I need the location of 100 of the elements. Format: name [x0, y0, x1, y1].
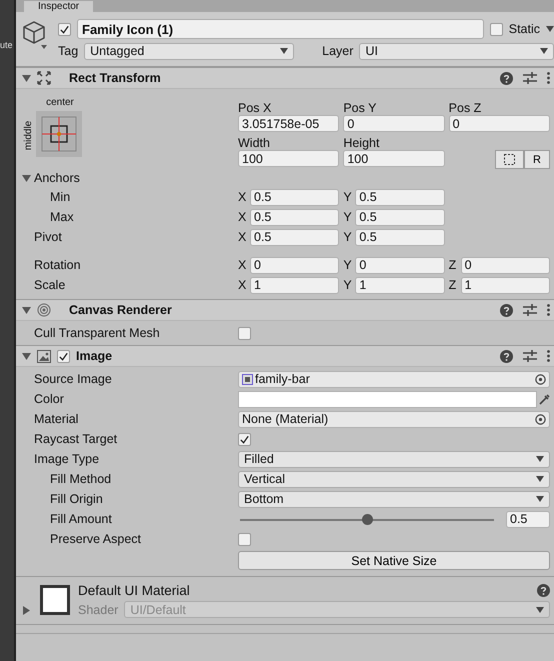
- axis-label: Y: [343, 230, 353, 244]
- presets-icon[interactable]: [523, 72, 537, 84]
- blueprint-mode-button[interactable]: [495, 150, 524, 169]
- number-field[interactable]: 0.5: [250, 188, 340, 206]
- tag-dropdown[interactable]: Untagged: [84, 42, 294, 60]
- property-label: Scale: [33, 278, 66, 292]
- object-picker-icon[interactable]: [535, 374, 546, 384]
- property-label: Fill Method: [49, 472, 112, 486]
- active-checkbox[interactable]: [58, 22, 71, 36]
- axis-label: Y: [343, 210, 353, 224]
- property-label: Preserve Aspect: [49, 532, 142, 546]
- static-label: Static: [508, 22, 540, 36]
- presets-icon[interactable]: [523, 304, 537, 316]
- property-label: Max: [49, 210, 75, 224]
- object-field[interactable]: None (Material): [238, 410, 550, 428]
- shader-label: Shader: [78, 602, 118, 616]
- object-picker-icon[interactable]: [535, 414, 546, 424]
- help-icon[interactable]: [500, 72, 513, 84]
- field-label: Pos Z: [448, 100, 482, 115]
- set-native-size-button[interactable]: Set Native Size: [238, 551, 550, 570]
- anchor-label: middle: [24, 120, 34, 150]
- color-field[interactable]: [238, 390, 537, 408]
- property-label: Source Image: [33, 372, 113, 386]
- name-field[interactable]: Family Icon (1): [77, 19, 484, 39]
- axis-label: Y: [343, 278, 353, 292]
- object-field[interactable]: family-bar: [238, 370, 550, 388]
- caret-icon: [536, 606, 544, 612]
- property-label: Color: [33, 392, 65, 406]
- property-label: Pivot: [33, 230, 63, 244]
- expand-arrow-icon[interactable]: [22, 352, 31, 360]
- number-field[interactable]: 0: [343, 115, 445, 132]
- eyedropper-icon[interactable]: [539, 394, 550, 404]
- more-options-icon[interactable]: [547, 72, 550, 84]
- dropdown[interactable]: Filled: [238, 450, 550, 468]
- enable-checkbox[interactable]: [57, 350, 70, 362]
- field-label: Width: [238, 135, 271, 150]
- axis-label: X: [238, 190, 248, 204]
- dropdown[interactable]: Vertical: [238, 470, 550, 488]
- field-label: Pos Y: [343, 100, 378, 115]
- number-field[interactable]: 0: [355, 256, 445, 274]
- number-field[interactable]: 0: [448, 115, 550, 132]
- number-field[interactable]: 100: [343, 150, 445, 167]
- field-label: Pos X: [238, 100, 272, 115]
- number-field[interactable]: 1: [250, 276, 340, 294]
- expand-arrow-icon[interactable]: [22, 606, 31, 615]
- foldout-label[interactable]: Anchors: [34, 171, 80, 185]
- help-icon[interactable]: [500, 350, 513, 362]
- number-field[interactable]: 0.5: [355, 228, 445, 246]
- raw-edit-button[interactable]: R: [524, 150, 550, 169]
- number-field[interactable]: 0.5: [250, 208, 340, 226]
- checkbox[interactable]: [238, 532, 251, 546]
- number-field[interactable]: 100: [238, 150, 340, 167]
- field-label: Height: [343, 135, 380, 150]
- anchor-label: center: [45, 97, 75, 110]
- inspector-tab[interactable]: Inspector: [24, 1, 94, 12]
- number-field[interactable]: 0.5: [506, 510, 550, 528]
- number-field[interactable]: 0.5: [355, 208, 445, 226]
- checkbox[interactable]: [238, 326, 251, 340]
- number-field[interactable]: 0: [250, 256, 340, 274]
- material-title: Default UI Material: [78, 583, 190, 598]
- component-title: Rect Transform: [69, 71, 161, 85]
- help-icon[interactable]: [537, 584, 550, 597]
- slider-thumb[interactable]: [362, 514, 373, 524]
- number-field[interactable]: 0.5: [250, 228, 340, 246]
- property-label: Cull Transparent Mesh: [33, 326, 161, 340]
- number-field[interactable]: 0.5: [355, 188, 445, 206]
- expand-arrow-icon[interactable]: [22, 174, 31, 182]
- component-title: Canvas Renderer: [69, 303, 172, 317]
- caret-icon: [546, 26, 554, 32]
- axis-label: Y: [343, 258, 353, 272]
- property-label: Fill Origin: [49, 492, 104, 506]
- image-icon: [37, 350, 51, 362]
- expand-arrow-icon[interactable]: [22, 306, 31, 314]
- number-field[interactable]: 1: [460, 276, 550, 294]
- axis-label: Z: [448, 258, 458, 272]
- more-options-icon[interactable]: [547, 350, 550, 362]
- slider-track[interactable]: [240, 514, 494, 524]
- cube-icon[interactable]: [22, 20, 48, 50]
- number-field[interactable]: 3.051758e-05: [238, 115, 340, 132]
- checkbox[interactable]: [238, 432, 251, 446]
- property-label: Raycast Target: [33, 432, 118, 446]
- number-field[interactable]: 0: [460, 256, 550, 274]
- layer-label: Layer: [322, 44, 354, 58]
- help-icon[interactable]: [500, 304, 513, 316]
- more-options-icon[interactable]: [547, 304, 550, 316]
- property-label: Material: [33, 412, 80, 426]
- material-preview: [40, 585, 70, 615]
- property-label: Min: [49, 190, 72, 204]
- static-checkbox[interactable]: [490, 22, 503, 36]
- property-label: Fill Amount: [49, 512, 113, 526]
- caret-icon: [536, 456, 544, 462]
- expand-arrow-icon[interactable]: [22, 74, 31, 82]
- number-field[interactable]: 1: [355, 276, 445, 294]
- sprite-icon: [242, 374, 253, 384]
- component-title: Image: [76, 349, 112, 363]
- axis-label: X: [238, 258, 248, 272]
- caret-icon: [536, 476, 544, 482]
- dropdown[interactable]: Bottom: [238, 490, 550, 508]
- layer-dropdown[interactable]: UI: [359, 42, 554, 60]
- presets-icon[interactable]: [523, 350, 537, 362]
